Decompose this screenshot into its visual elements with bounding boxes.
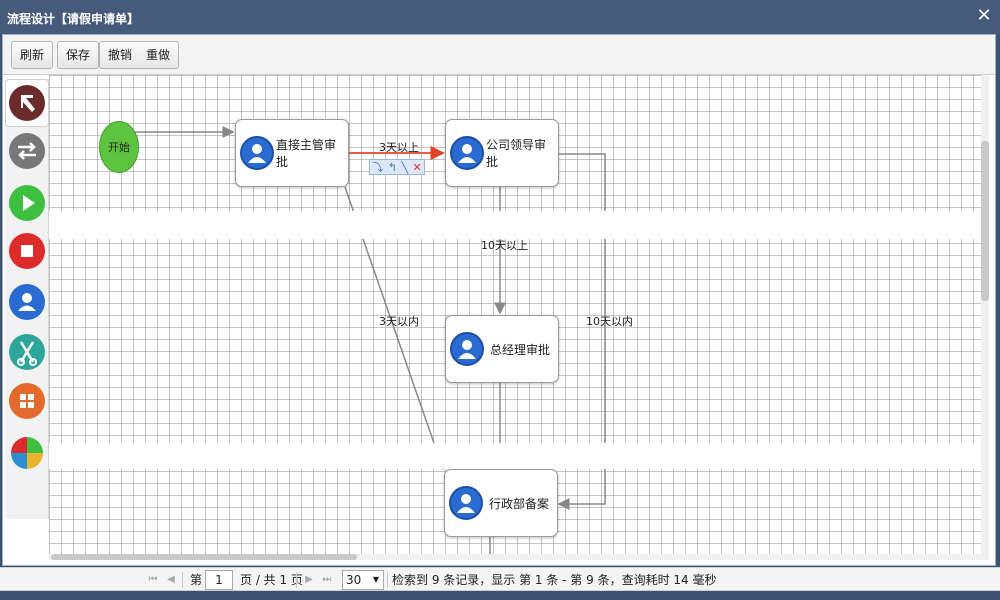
horizontal-scroll-thumb[interactable] [51,554,357,560]
page-number-input[interactable]: 1 [205,570,233,590]
window-titlebar: 流程设计【请假申请单】 ✕ [0,0,1000,34]
page-total: 页 / 共 1 页 [240,573,303,587]
first-page-icon[interactable]: ⏮ [144,568,162,592]
select-tool[interactable] [9,85,45,121]
stop-icon [21,245,33,257]
start-node[interactable]: 开始 [99,121,139,173]
node-admin-filing[interactable]: 行政部备案 [444,469,558,537]
edge-label-over3: 3天以上 [379,141,419,154]
close-icon[interactable]: ✕ [974,6,994,26]
chart-tool[interactable] [9,435,45,471]
edge-label-over10: 10天以上 [481,239,528,252]
chevron-down-icon: ▼ [372,575,379,584]
redo-button[interactable]: 重做 [138,41,180,69]
canvas-band [49,211,989,239]
prev-page-icon[interactable]: ◀ [162,568,180,592]
toolbar: 刷新 保存 撤销 重做 [3,35,995,75]
node-label: 行政部备案 [488,496,549,511]
page-prefix: 第 [190,573,203,587]
designer-window: 刷新 保存 撤销 重做 开始 直接主管审批 公司领导审批 总经理审批 行政部备案… [2,34,996,566]
play-icon [23,195,35,211]
node-supervisor-approval[interactable]: 直接主管审批 [235,119,349,187]
edge-toolbar: ⤵ ↰ ╲ ✕ [369,159,425,175]
straight-line-icon[interactable]: ╲ [401,161,408,174]
canvas-band [49,443,989,469]
node-label: 总经理审批 [489,342,550,357]
pie-icon [11,437,43,469]
save-button[interactable]: 保存 [57,41,100,69]
elbow-icon[interactable]: ↰ [388,161,397,174]
undo-button[interactable]: 撤销 [99,41,142,69]
refresh-button[interactable]: 刷新 [11,41,54,69]
fork-tool[interactable] [9,334,45,370]
user-icon [450,332,484,366]
pager-separator [296,572,297,588]
last-page-icon[interactable]: ⏭ [318,568,336,592]
pager-summary: 检索到 9 条记录，显示 第 1 条 - 第 9 条，查询耗时 14 毫秒 [392,573,717,587]
user-icon [18,293,36,311]
node-label: 公司领导审批 [486,138,547,169]
bottom-bar [0,592,1000,600]
grid-icon [20,394,34,408]
start-tool[interactable] [9,185,45,221]
user-icon [240,136,274,170]
page-size-select[interactable]: 30 ▼ [342,570,384,590]
pager-separator [182,572,183,588]
next-page-icon[interactable]: ▶ [300,568,318,592]
horizontal-scrollbar[interactable] [49,554,989,560]
swap-arrows-icon [18,142,36,160]
pager-bar: ⏮ ◀ 第 1 页 / 共 1 页 ▶ ⏭ 30 ▼ 检索到 9 条记录，显示 第… [0,567,1000,591]
page-size-value: 30 [346,573,362,587]
vertical-scrollbar[interactable] [981,75,989,560]
node-gm-approval[interactable]: 总经理审批 [445,315,559,383]
fork-icon [17,341,37,366]
subprocess-tool[interactable] [9,383,45,419]
end-tool[interactable] [9,233,45,269]
curve-icon[interactable]: ⤵ [372,159,383,175]
user-icon [449,486,483,520]
pager-separator [387,572,388,588]
vertical-scroll-thumb[interactable] [981,141,989,301]
user-icon [450,136,484,170]
edge-label-within10: 10天以内 [586,315,633,328]
edge-label-within3: 3天以内 [379,315,419,328]
node-label: 直接主管审批 [276,138,337,169]
node-leader-approval[interactable]: 公司领导审批 [445,119,559,187]
task-tool[interactable] [9,284,45,320]
design-canvas[interactable]: 开始 直接主管审批 公司领导审批 总经理审批 行政部备案 3天以上 ⤵ ↰ ╲ … [49,75,989,560]
delete-icon[interactable]: ✕ [413,161,422,174]
connect-tool[interactable] [9,133,45,169]
tool-palette [5,79,49,519]
window-title: 流程设计【请假申请单】 [7,12,140,26]
arrow-pointer-icon [21,95,35,112]
